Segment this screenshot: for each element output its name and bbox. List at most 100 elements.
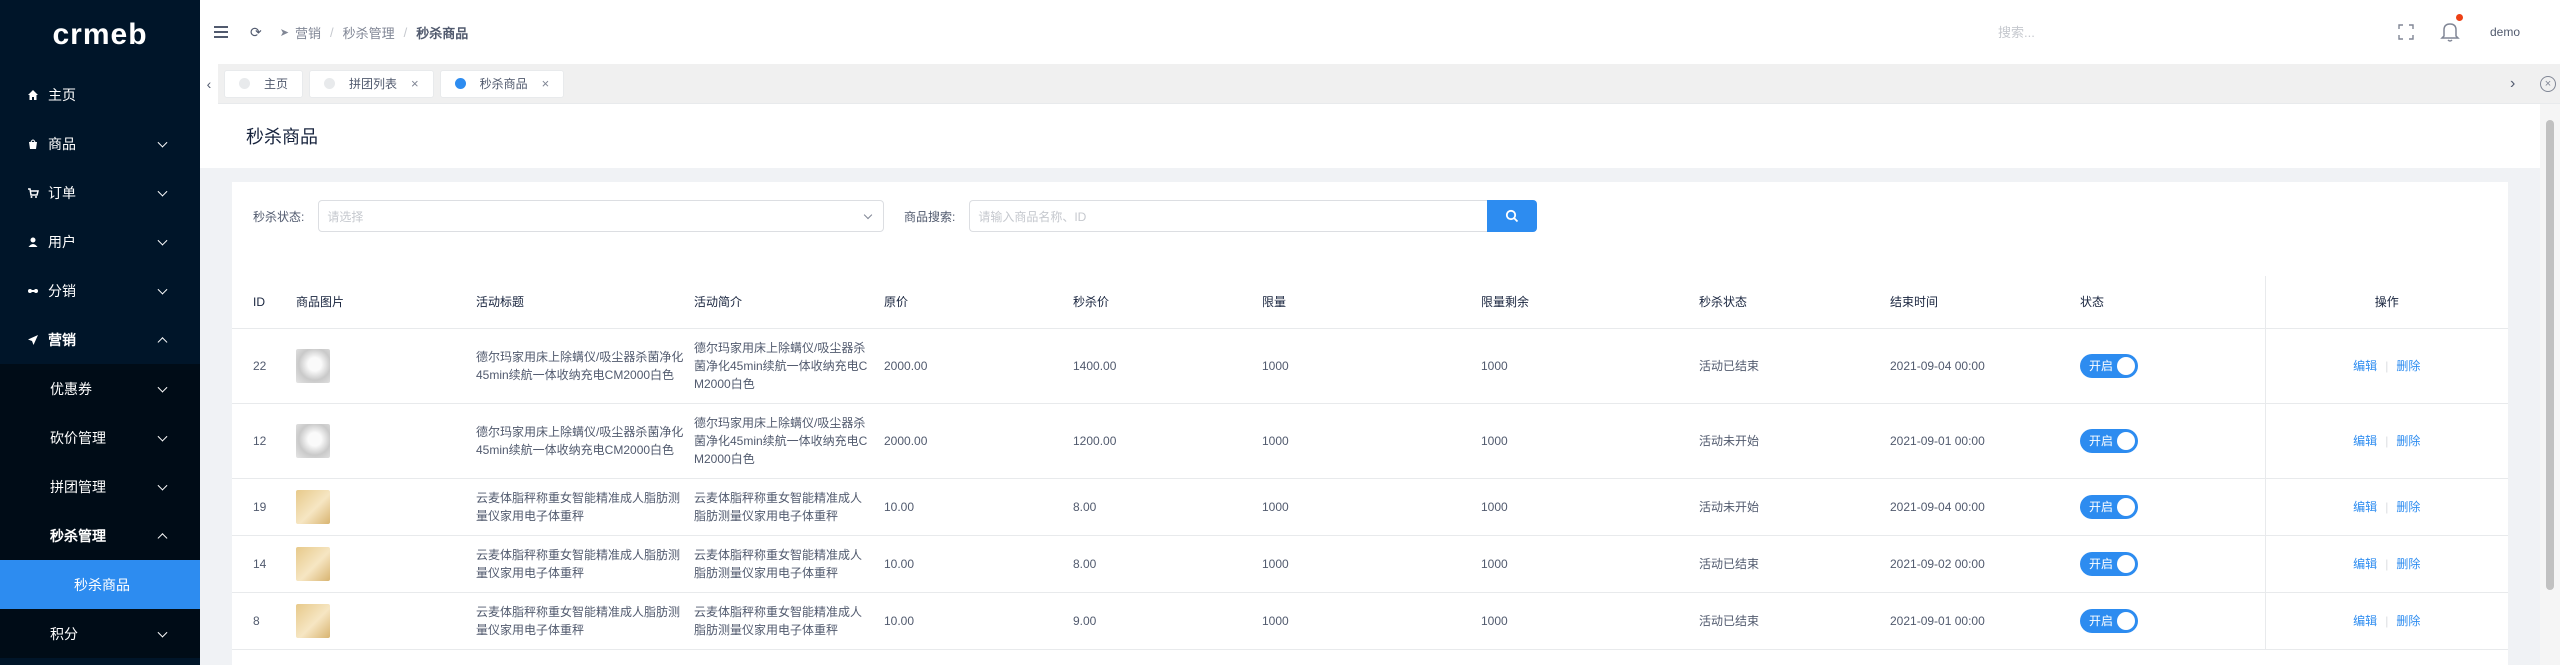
product-thumbnail[interactable] [296,489,330,524]
text-line: 45min续航一体收纳充电CM2000白色 [476,442,675,457]
cell-quota: 1000 [1262,499,1289,514]
header-search-input[interactable]: 搜索... [1998,22,2148,41]
breadcrumb-item[interactable]: 营销 [295,23,321,42]
cell-id: 19 [253,499,267,514]
status-toggle[interactable]: 开启 [2080,494,2138,519]
edit-link[interactable]: 编辑 [2353,614,2377,628]
sidebar-item-home[interactable]: 主页 [0,70,200,119]
delete-link[interactable]: 删除 [2396,500,2420,514]
tab-label: 主页 [264,77,289,91]
close-all-icon[interactable]: × [2540,76,2556,92]
column-header: 活动标题 [476,276,694,329]
tab-home[interactable]: 主页 [224,69,304,98]
edit-link[interactable]: 编辑 [2353,434,2377,448]
sidebar-item-label: 拼团管理 [50,478,106,495]
tab-scroll-right-icon[interactable]: › [2510,75,2515,93]
sidebar-item-label: 砍价管理 [50,429,106,446]
sidebar-item-points[interactable]: 积分 [0,609,200,658]
menu-toggle-icon[interactable] [214,26,228,38]
tab-scroll-left-icon[interactable]: ‹ [200,63,218,104]
delete-link[interactable]: 删除 [2396,359,2420,373]
search-button[interactable] [1487,200,1538,232]
top-header: ⟳ ➤ 营销 / 秒杀管理 / 秒杀商品 [200,0,2560,64]
scrollbar-thumb[interactable] [2546,120,2554,590]
logo[interactable]: crmeb [0,0,200,70]
edit-link[interactable]: 编辑 [2353,557,2377,571]
cell-seckill-price: 9.00 [1073,613,1097,628]
user-icon [26,235,40,249]
close-icon[interactable]: × [542,76,550,91]
product-thumbnail[interactable] [296,348,330,383]
column-header: 状态 [2080,276,2265,329]
edit-link[interactable]: 编辑 [2353,359,2377,373]
status-toggle[interactable]: 开启 [2080,428,2138,453]
sidebar-item-bargain[interactable]: 砍价管理 [0,413,200,462]
cell-quota: 1000 [1262,358,1289,373]
delete-link[interactable]: 删除 [2396,434,2420,448]
cell-seckill-status: 活动未开始 [1699,499,1760,514]
vertical-scrollbar[interactable] [2540,104,2560,665]
fullscreen-icon[interactable] [2398,24,2414,40]
sidebar-item-seckill[interactable]: 秒杀管理 [0,511,200,560]
delete-link[interactable]: 删除 [2396,557,2420,571]
status-toggle[interactable]: 开启 [2080,353,2138,378]
cell-seckill-status: 活动已结束 [1699,556,1760,571]
column-header: 活动简介 [694,276,884,329]
sidebar-item-marketing[interactable]: 营销 [0,315,200,364]
column-header: 操作 [2264,276,2508,329]
text-line: 量仪家用电子体重秤 [476,565,585,580]
status-select[interactable]: 请选择 [318,200,885,232]
cell-quota: 1000 [1262,613,1289,628]
delete-link[interactable]: 删除 [2396,614,2420,628]
submenu-marketing: 优惠券 砍价管理 拼团管理 秒杀管理 秒杀商品 积分 [0,364,200,658]
tab-seckill-goods[interactable]: 秒杀商品 × [439,69,565,98]
status-toggle[interactable]: 开启 [2080,551,2138,576]
sidebar-item-label: 营销 [48,331,76,348]
text-line: M2000白色 [694,451,755,466]
sidebar-item-orders[interactable]: 订单 [0,168,200,217]
chevron-down-icon [157,627,168,638]
cell-quota-left: 1000 [1481,556,1508,571]
text-line: 德尔玛家用床上除螨仪/吸尘器杀 [694,415,866,430]
column-header: 秒杀价 [1073,276,1262,329]
column-header: ID [232,276,296,329]
username[interactable]: demo [2490,25,2520,39]
bell-icon[interactable] [2440,21,2460,43]
goods-search-input[interactable]: 请输入商品名称、ID [969,200,1488,232]
sidebar-item-seckill-goods[interactable]: 秒杀商品 [0,560,200,609]
sidebar-item-label: 积分 [50,625,78,642]
tab-group-list[interactable]: 拼团列表 × [309,69,434,98]
close-icon[interactable]: × [411,76,419,91]
status-filter: 秒杀状态: 请选择 [253,200,885,232]
text-line: 云麦体脂秤称重女智能精准成人 [694,547,863,562]
sidebar: crmeb 主页 商品 订单 用户 分销 营销 优惠券 砍价管理 拼团管理 秒杀… [0,0,200,665]
sidebar-item-coupons[interactable]: 优惠券 [0,364,200,413]
product-thumbnail[interactable] [296,546,330,581]
chevron-up-icon [157,532,168,543]
chevron-down-icon [157,480,168,491]
sidebar-item-label: 优惠券 [50,380,92,397]
sidebar-item-group-buy[interactable]: 拼团管理 [0,462,200,511]
refresh-icon[interactable]: ⟳ [250,24,262,41]
table-header: ID 商品图片 活动标题 活动简介 原价 秒杀价 限量 限量剩余 秒杀状态 结束… [232,276,2508,329]
breadcrumb-item[interactable]: 秒杀管理 [343,23,395,42]
cell-quota-left: 1000 [1481,499,1508,514]
sidebar-item-goods[interactable]: 商品 [0,119,200,168]
tab-dot-icon [239,78,250,89]
text-line: 菌净化45min续航一体收纳充电C [694,358,868,373]
status-toggle[interactable]: 开启 [2080,608,2138,633]
cell-quota-left: 1000 [1481,358,1508,373]
toggle-label: 开启 [2089,358,2114,373]
cell-price: 10.00 [884,499,915,514]
product-thumbnail[interactable] [296,423,330,458]
cell-end-time: 2021-09-01 00:00 [1890,613,1985,628]
cell-id: 14 [253,556,267,571]
sidebar-item-users[interactable]: 用户 [0,217,200,266]
cell-intro: 云麦体脂秤称重女智能精准成人 脂肪测量仪家用电子体重秤 [694,478,884,536]
edit-link[interactable]: 编辑 [2353,500,2377,514]
cell-end-time: 2021-09-04 00:00 [1890,499,1985,514]
cell-intro: 云麦体脂秤称重女智能精准成人 脂肪测量仪家用电子体重秤 [694,535,884,593]
product-thumbnail[interactable] [296,603,330,638]
send-icon [26,333,40,347]
sidebar-item-distribution[interactable]: 分销 [0,266,200,315]
